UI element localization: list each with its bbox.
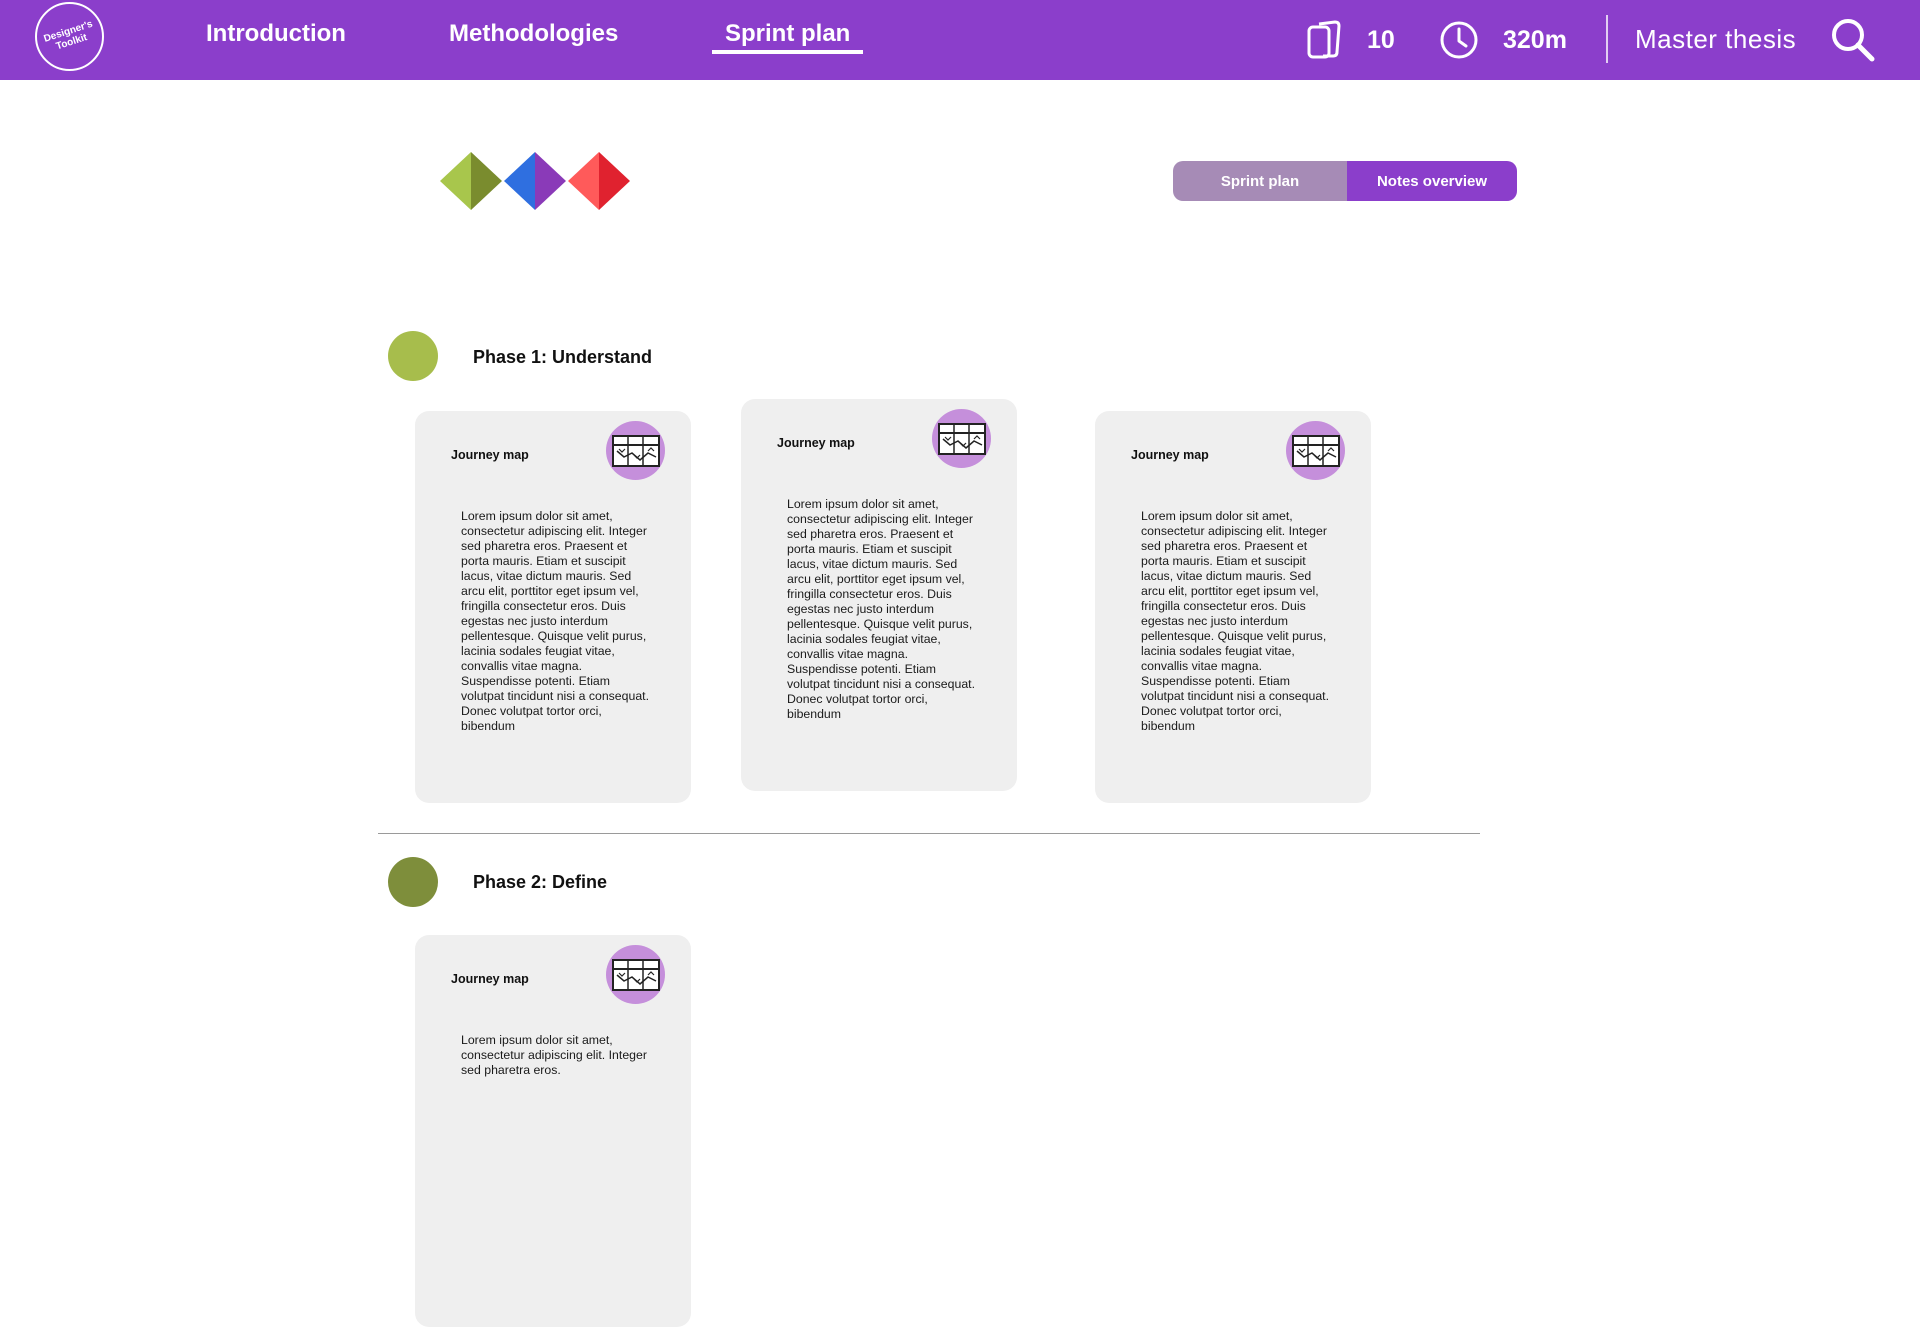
journey-map-icon xyxy=(606,945,665,1004)
nav-introduction[interactable]: Introduction xyxy=(206,19,346,49)
topbar-divider xyxy=(1606,15,1608,63)
cards-icon xyxy=(1305,18,1345,62)
phase-diamonds-graphic xyxy=(440,152,634,215)
phase-1-card-3[interactable]: Journey map Lorem ipsum dolor sit amet, … xyxy=(1095,411,1371,803)
search-button[interactable] xyxy=(1830,17,1876,63)
designers-toolkit-logo[interactable]: Designer's Toolkit xyxy=(35,2,104,71)
view-toggle: Sprint plan Notes overview xyxy=(1173,161,1517,201)
top-navigation-bar: Designer's Toolkit Introduction Methodol… xyxy=(0,0,1920,80)
card-body: Lorem ipsum dolor sit amet, consectetur … xyxy=(787,497,975,721)
cards-count-stat: 10 xyxy=(1305,0,1395,80)
cards-count-value: 10 xyxy=(1367,25,1395,54)
card-body: Lorem ipsum dolor sit amet, consectetur … xyxy=(461,509,649,733)
card-title: Journey map xyxy=(777,436,855,450)
toggle-notes-overview[interactable]: Notes overview xyxy=(1347,161,1517,201)
phase-divider xyxy=(378,833,1480,834)
card-body: Lorem ipsum dolor sit amet, consectetur … xyxy=(461,1033,647,1077)
time-stat: 320m xyxy=(1439,0,1567,80)
nav-sprint-plan[interactable]: Sprint plan xyxy=(711,19,864,54)
phase-2-title: Phase 2: Define xyxy=(473,872,608,892)
phase-1-dot xyxy=(388,331,438,381)
clock-icon xyxy=(1439,20,1479,60)
nav-methodologies[interactable]: Methodologies xyxy=(449,19,618,49)
search-icon xyxy=(1830,19,1876,67)
time-value: 320m xyxy=(1503,25,1567,54)
logo-text: Designer's Toolkit xyxy=(41,18,94,52)
phase-1-card-1[interactable]: Journey map Lorem ipsum dolor sit amet, … xyxy=(415,411,691,803)
card-title: Journey map xyxy=(1131,448,1209,462)
phase-2-dot xyxy=(388,857,438,907)
journey-map-icon xyxy=(606,421,665,480)
journey-map-icon xyxy=(932,409,991,468)
phase-1-card-2[interactable]: Journey map Lorem ipsum dolor sit amet, … xyxy=(741,399,1017,791)
phase-2-card-1[interactable]: Journey map Lorem ipsum dolor sit amet, … xyxy=(415,935,691,1327)
toggle-sprint-plan[interactable]: Sprint plan xyxy=(1173,161,1347,201)
card-title: Journey map xyxy=(451,448,529,462)
phase-1-title: Phase 1: Understand xyxy=(473,347,653,367)
card-body: Lorem ipsum dolor sit amet, consectetur … xyxy=(1141,509,1329,733)
journey-map-icon xyxy=(1286,421,1345,480)
card-title: Journey map xyxy=(451,972,529,986)
project-name[interactable]: Master thesis xyxy=(1635,24,1796,55)
